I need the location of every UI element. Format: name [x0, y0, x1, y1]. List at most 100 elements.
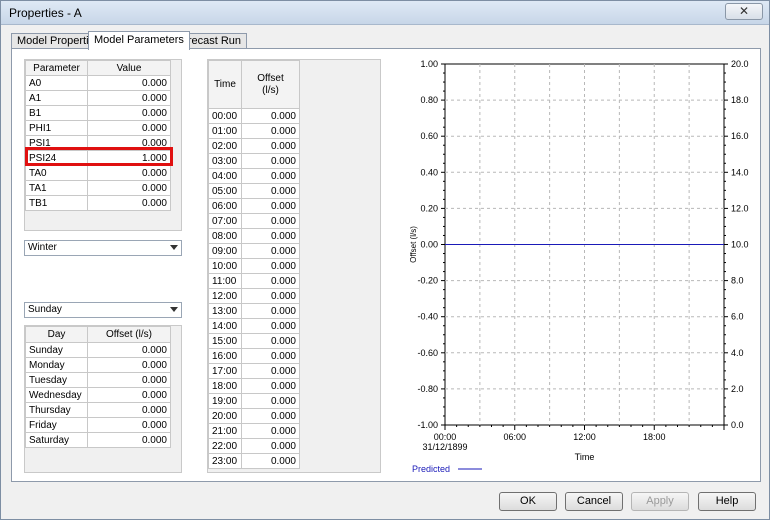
table-row[interactable]: 05:00 0.000: [208, 183, 300, 199]
table-row[interactable]: Friday 0.000: [25, 417, 171, 433]
day-name-cell[interactable]: Friday: [25, 417, 88, 433]
table-row[interactable]: 02:00 0.000: [208, 138, 300, 154]
param-value-cell[interactable]: 0.000: [87, 75, 171, 91]
table-row[interactable]: PHI1 0.000: [25, 120, 171, 136]
time-offset-cell[interactable]: 0.000: [241, 243, 300, 259]
day-offset-cell[interactable]: 0.000: [87, 387, 171, 403]
param-name-cell[interactable]: TA1: [25, 180, 88, 196]
table-row[interactable]: 23:00 0.000: [208, 453, 300, 469]
table-row[interactable]: PSI1 0.000: [25, 135, 171, 151]
param-name-cell[interactable]: PSI1: [25, 135, 88, 151]
apply-button[interactable]: Apply: [631, 492, 689, 511]
time-cell[interactable]: 17:00: [208, 363, 242, 379]
time-cell[interactable]: 05:00: [208, 183, 242, 199]
day-name-cell[interactable]: Sunday: [25, 342, 88, 358]
time-cell[interactable]: 02:00: [208, 138, 242, 154]
time-cell[interactable]: 22:00: [208, 438, 242, 454]
table-row[interactable]: 18:00 0.000: [208, 378, 300, 394]
time-offset-cell[interactable]: 0.000: [241, 363, 300, 379]
time-offset-cell[interactable]: 0.000: [241, 138, 300, 154]
day-name-cell[interactable]: Tuesday: [25, 372, 88, 388]
time-cell[interactable]: 01:00: [208, 123, 242, 139]
time-cell[interactable]: 06:00: [208, 198, 242, 214]
tab-model-parameters[interactable]: Model Parameters: [88, 31, 190, 50]
table-row[interactable]: PSI24 1.000: [25, 150, 171, 166]
table-row[interactable]: Thursday 0.000: [25, 402, 171, 418]
time-offset-cell[interactable]: 0.000: [241, 123, 300, 139]
time-cell[interactable]: 12:00: [208, 288, 242, 304]
table-row[interactable]: 21:00 0.000: [208, 423, 300, 439]
time-offset-cell[interactable]: 0.000: [241, 453, 300, 469]
time-offset-cell[interactable]: 0.000: [241, 198, 300, 214]
table-row[interactable]: Saturday 0.000: [25, 432, 171, 448]
param-value-cell[interactable]: 0.000: [87, 135, 171, 151]
time-offset-cell[interactable]: 0.000: [241, 258, 300, 274]
time-offset-cell[interactable]: 0.000: [241, 333, 300, 349]
table-row[interactable]: Tuesday 0.000: [25, 372, 171, 388]
param-value-cell[interactable]: 0.000: [87, 195, 171, 211]
day-select[interactable]: Sunday: [24, 302, 182, 318]
day-name-cell[interactable]: Monday: [25, 357, 88, 373]
param-value-cell[interactable]: 0.000: [87, 105, 171, 121]
table-row[interactable]: 11:00 0.000: [208, 273, 300, 289]
time-offset-cell[interactable]: 0.000: [241, 108, 300, 124]
table-row[interactable]: TB1 0.000: [25, 195, 171, 211]
time-offset-cell[interactable]: 0.000: [241, 183, 300, 199]
time-offset-cell[interactable]: 0.000: [241, 318, 300, 334]
table-row[interactable]: 13:00 0.000: [208, 303, 300, 319]
time-cell[interactable]: 23:00: [208, 453, 242, 469]
close-icon[interactable]: ✕: [725, 3, 763, 20]
table-row[interactable]: 09:00 0.000: [208, 243, 300, 259]
table-row[interactable]: 15:00 0.000: [208, 333, 300, 349]
param-name-cell[interactable]: A1: [25, 90, 88, 106]
day-offset-cell[interactable]: 0.000: [87, 432, 171, 448]
time-cell[interactable]: 00:00: [208, 108, 242, 124]
time-cell[interactable]: 16:00: [208, 348, 242, 364]
param-name-cell[interactable]: TB1: [25, 195, 88, 211]
param-name-cell[interactable]: B1: [25, 105, 88, 121]
table-row[interactable]: 20:00 0.000: [208, 408, 300, 424]
time-cell[interactable]: 20:00: [208, 408, 242, 424]
day-offset-cell[interactable]: 0.000: [87, 342, 171, 358]
day-offset-cell[interactable]: 0.000: [87, 372, 171, 388]
table-row[interactable]: 00:00 0.000: [208, 108, 300, 124]
day-name-cell[interactable]: Saturday: [25, 432, 88, 448]
table-row[interactable]: 17:00 0.000: [208, 363, 300, 379]
table-row[interactable]: 22:00 0.000: [208, 438, 300, 454]
table-row[interactable]: 14:00 0.000: [208, 318, 300, 334]
param-name-cell[interactable]: PSI24: [25, 150, 88, 166]
param-value-cell[interactable]: 0.000: [87, 180, 171, 196]
time-cell[interactable]: 07:00: [208, 213, 242, 229]
table-row[interactable]: Wednesday 0.000: [25, 387, 171, 403]
time-offset-cell[interactable]: 0.000: [241, 228, 300, 244]
time-cell[interactable]: 10:00: [208, 258, 242, 274]
time-offset-cell[interactable]: 0.000: [241, 168, 300, 184]
table-row[interactable]: TA1 0.000: [25, 180, 171, 196]
table-row[interactable]: 06:00 0.000: [208, 198, 300, 214]
day-offset-cell[interactable]: 0.000: [87, 402, 171, 418]
time-cell[interactable]: 13:00: [208, 303, 242, 319]
table-row[interactable]: A1 0.000: [25, 90, 171, 106]
time-offset-cell[interactable]: 0.000: [241, 288, 300, 304]
time-cell[interactable]: 15:00: [208, 333, 242, 349]
table-row[interactable]: TA0 0.000: [25, 165, 171, 181]
time-cell[interactable]: 19:00: [208, 393, 242, 409]
table-row[interactable]: A0 0.000: [25, 75, 171, 91]
help-button[interactable]: Help: [698, 492, 756, 511]
param-name-cell[interactable]: PHI1: [25, 120, 88, 136]
day-offset-cell[interactable]: 0.000: [87, 417, 171, 433]
day-offset-cell[interactable]: 0.000: [87, 357, 171, 373]
table-row[interactable]: 19:00 0.000: [208, 393, 300, 409]
day-name-cell[interactable]: Wednesday: [25, 387, 88, 403]
time-cell[interactable]: 09:00: [208, 243, 242, 259]
cancel-button[interactable]: Cancel: [565, 492, 623, 511]
table-row[interactable]: 07:00 0.000: [208, 213, 300, 229]
time-offset-cell[interactable]: 0.000: [241, 393, 300, 409]
table-row[interactable]: 16:00 0.000: [208, 348, 300, 364]
time-offset-cell[interactable]: 0.000: [241, 438, 300, 454]
param-value-cell[interactable]: 0.000: [87, 165, 171, 181]
time-cell[interactable]: 18:00: [208, 378, 242, 394]
day-name-cell[interactable]: Thursday: [25, 402, 88, 418]
time-offset-cell[interactable]: 0.000: [241, 303, 300, 319]
table-row[interactable]: 08:00 0.000: [208, 228, 300, 244]
